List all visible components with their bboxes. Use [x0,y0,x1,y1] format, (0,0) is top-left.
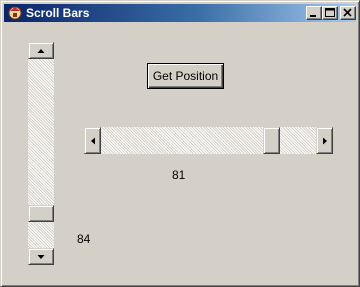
maximize-icon [325,8,335,17]
maximize-button[interactable] [322,6,338,20]
minimize-button[interactable] [306,6,322,20]
scroll-up-button[interactable] [28,42,54,59]
horizontal-position-value: 81 [172,168,186,182]
scroll-down-button[interactable] [28,248,54,265]
app-icon[interactable] [7,5,23,21]
arrow-left-icon [90,137,95,144]
horizontal-scrollbar[interactable] [84,127,333,154]
vertical-position-value: 84 [77,232,91,246]
get-position-button[interactable]: Get Position [147,63,224,89]
arrow-down-icon [37,254,45,259]
arrow-right-icon [322,137,327,144]
scroll-left-button[interactable] [84,127,101,154]
close-button[interactable] [340,6,356,20]
arrow-up-icon [37,48,45,53]
horizontal-scroll-thumb[interactable] [263,127,280,154]
vertical-scrollbar[interactable] [28,42,54,265]
scroll-right-button[interactable] [316,127,333,154]
minimize-icon [310,15,316,17]
vertical-scroll-track[interactable] [28,42,54,265]
horizontal-scroll-track[interactable] [84,127,333,154]
window: Scroll Bars Get Position 81 84 [0,0,360,287]
title-bar[interactable]: Scroll Bars [4,4,356,22]
vertical-scroll-thumb[interactable] [28,205,54,222]
window-title: Scroll Bars [26,6,90,20]
close-icon [343,8,352,17]
